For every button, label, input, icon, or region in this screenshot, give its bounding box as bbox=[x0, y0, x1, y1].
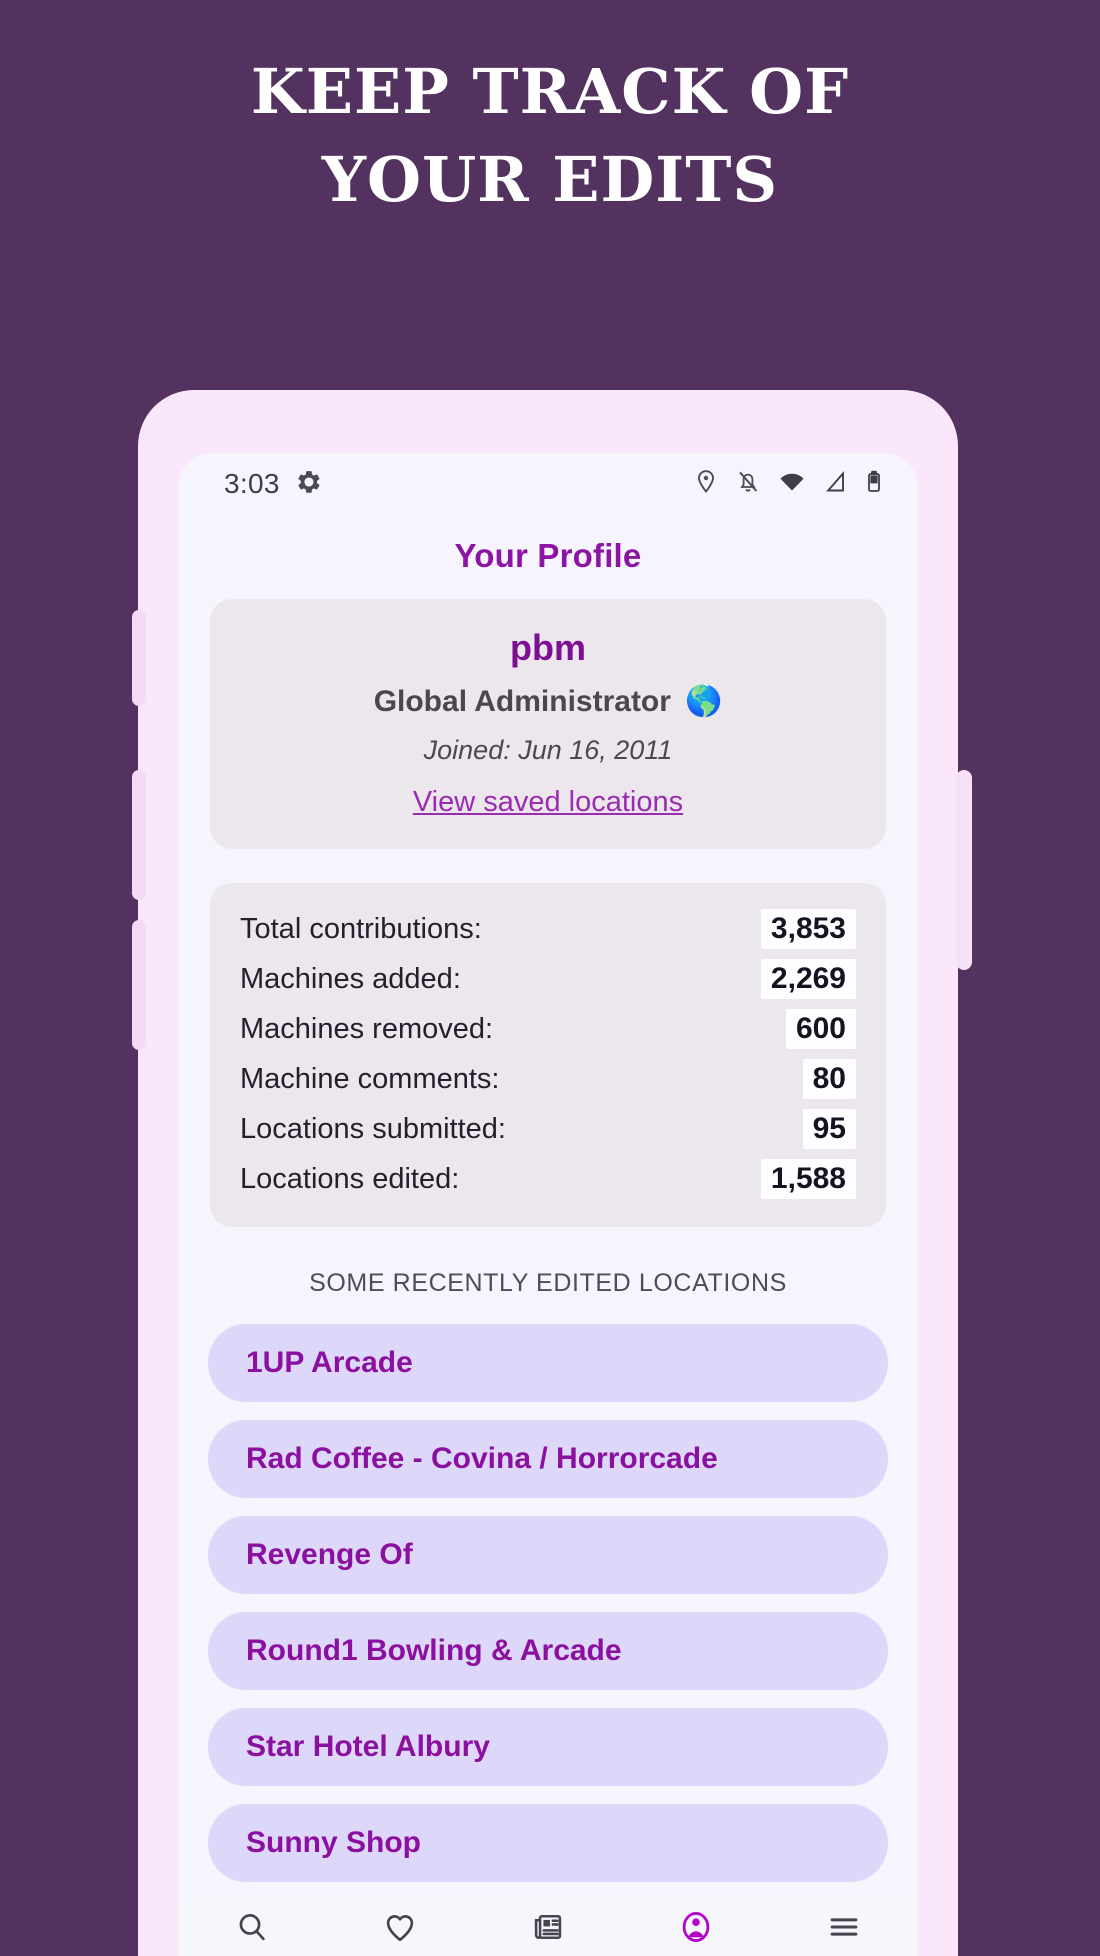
notifications-off-icon bbox=[736, 469, 760, 500]
stat-value: 3,853 bbox=[760, 909, 856, 949]
recent-locations-list: 1UP Arcade Rad Coffee - Covina / Horrorc… bbox=[178, 1324, 918, 1882]
list-item[interactable]: Revenge Of bbox=[208, 1516, 888, 1594]
news-icon bbox=[531, 1910, 565, 1949]
stat-label: Locations submitted: bbox=[240, 1112, 506, 1145]
stat-value: 2,269 bbox=[760, 959, 856, 999]
status-bar-left: 3:03 bbox=[224, 468, 322, 500]
stat-row: Machines added: 2,269 bbox=[240, 959, 856, 999]
stat-value: 600 bbox=[785, 1009, 856, 1049]
gear-icon bbox=[296, 469, 322, 500]
status-bar-right bbox=[694, 469, 882, 500]
page-title: Your Profile bbox=[454, 537, 642, 574]
stat-value: 1,588 bbox=[760, 1159, 856, 1199]
stat-label: Machines added: bbox=[240, 962, 461, 995]
nav-item-more[interactable]: More bbox=[774, 1910, 914, 1956]
profile-role-row: Global Administrator 🌎 bbox=[232, 685, 864, 719]
profile-card: pbm Global Administrator 🌎 Joined: Jun 1… bbox=[210, 599, 886, 849]
stat-label: Total contributions: bbox=[240, 912, 482, 945]
stat-value: 95 bbox=[802, 1109, 856, 1149]
headline-line-2: YOUR EDITS bbox=[321, 143, 779, 217]
list-item[interactable]: Star Hotel Albury bbox=[208, 1708, 888, 1786]
headline-line-1: KEEP TRACK OF bbox=[250, 55, 850, 128]
hamburger-icon bbox=[827, 1910, 861, 1949]
stat-row: Locations submitted: 95 bbox=[240, 1109, 856, 1149]
recent-locations-header: SOME RECENTLY EDITED LOCATIONS bbox=[309, 1269, 787, 1297]
list-item[interactable]: Round1 Bowling & Arcade bbox=[208, 1612, 888, 1690]
stat-row: Machine comments: 80 bbox=[240, 1059, 856, 1099]
phone-volume-down-button[interactable] bbox=[132, 770, 146, 900]
phone-power-button[interactable] bbox=[956, 770, 972, 970]
location-pin-icon bbox=[694, 469, 718, 500]
stat-row: Machines removed: 600 bbox=[240, 1009, 856, 1049]
list-item[interactable]: Rad Coffee - Covina / Horrorcade bbox=[208, 1420, 888, 1498]
status-bar-clock: 3:03 bbox=[224, 468, 280, 499]
nav-item-map[interactable]: Map bbox=[182, 1910, 322, 1956]
list-item[interactable]: Sunny Shop bbox=[208, 1804, 888, 1882]
bottom-navigation-bar: Map Saved bbox=[178, 1898, 918, 1956]
view-saved-locations-link[interactable]: View saved locations bbox=[413, 786, 683, 819]
stat-row: Locations edited: 1,588 bbox=[240, 1159, 856, 1199]
nav-item-activity[interactable]: Activity bbox=[478, 1910, 618, 1956]
nav-item-saved[interactable]: Saved bbox=[330, 1910, 470, 1956]
stat-row: Total contributions: 3,853 bbox=[240, 909, 856, 949]
profile-role-label: Global Administrator bbox=[373, 685, 671, 718]
wifi-icon bbox=[778, 469, 806, 500]
signal-icon bbox=[824, 469, 848, 500]
profile-username: pbm bbox=[510, 627, 586, 668]
person-circle-icon bbox=[679, 1908, 713, 1951]
nav-item-you[interactable]: You bbox=[626, 1908, 766, 1956]
battery-icon bbox=[866, 469, 882, 500]
profile-joined-date: Joined: Jun 16, 2011 bbox=[423, 735, 673, 765]
phone-volume-up-button[interactable] bbox=[132, 610, 146, 706]
stats-card: Total contributions: 3,853 Machines adde… bbox=[210, 883, 886, 1227]
phone-side-button[interactable] bbox=[132, 920, 146, 1050]
search-icon bbox=[235, 1910, 269, 1949]
heart-icon bbox=[383, 1910, 417, 1949]
stat-label: Machine comments: bbox=[240, 1062, 500, 1095]
status-bar: 3:03 bbox=[178, 453, 918, 515]
stat-label: Locations edited: bbox=[240, 1162, 460, 1195]
globe-icon: 🌎 bbox=[684, 685, 723, 718]
stat-value: 80 bbox=[802, 1059, 856, 1099]
list-item[interactable]: 1UP Arcade bbox=[208, 1324, 888, 1402]
phone-frame: 3:03 Your Profile pbm Global Administrat… bbox=[132, 390, 972, 1956]
phone-screen: 3:03 Your Profile pbm Global Administrat… bbox=[178, 453, 918, 1956]
promo-headline: KEEP TRACK OF YOUR EDITS bbox=[0, 48, 1100, 224]
stat-label: Machines removed: bbox=[240, 1012, 494, 1045]
